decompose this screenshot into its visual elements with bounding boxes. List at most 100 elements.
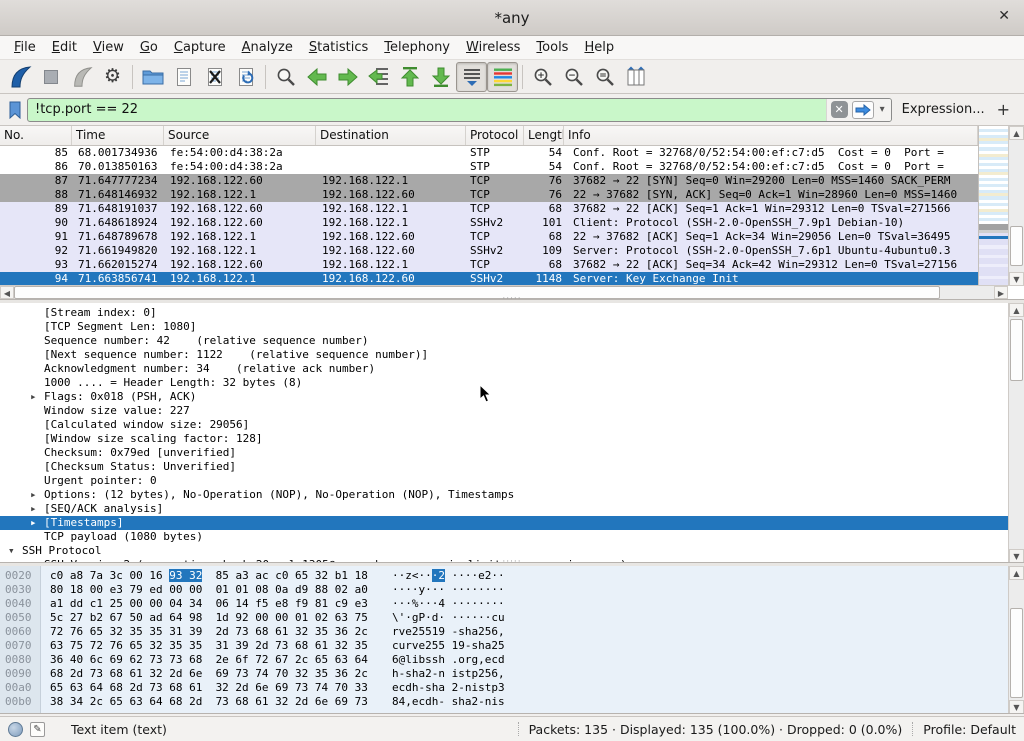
detail-line[interactable]: [Next sequence number: 1122 (relative se… xyxy=(0,348,1008,362)
menu-analyze[interactable]: Analyze xyxy=(234,38,301,57)
detail-line[interactable]: ▸[Timestamps] xyxy=(0,516,1008,530)
menu-wireless[interactable]: Wireless xyxy=(458,38,528,57)
details-vscrollbar[interactable]: ▲ ▼ xyxy=(1008,303,1024,562)
display-filter-field[interactable]: !tcp.port == 22 ✕ ▾ xyxy=(27,98,892,122)
add-filter-button[interactable]: + xyxy=(997,100,1010,119)
capture-options-icon[interactable]: ⚙ xyxy=(97,62,128,92)
menu-tools[interactable]: Tools xyxy=(528,38,576,57)
resize-columns-icon[interactable] xyxy=(620,62,651,92)
reload-file-icon[interactable] xyxy=(230,62,261,92)
detail-line[interactable]: ▾SSH Protocol xyxy=(0,544,1008,558)
packet-row-94[interactable]: 9471.663856741192.168.122.1192.168.122.6… xyxy=(0,272,978,286)
go-forward-icon[interactable] xyxy=(332,62,363,92)
details-scroll-track[interactable] xyxy=(1009,317,1024,549)
packet-row-92[interactable]: 9271.661949820192.168.122.1192.168.122.6… xyxy=(0,244,978,258)
details-scroll-down-icon[interactable]: ▼ xyxy=(1009,549,1024,563)
menu-edit[interactable]: Edit xyxy=(44,38,85,57)
colorize-icon[interactable] xyxy=(487,62,518,92)
filter-dropdown-icon[interactable]: ▾ xyxy=(878,104,887,115)
packet-row-89[interactable]: 8971.648191037192.168.122.60192.168.122.… xyxy=(0,202,978,216)
column-header-length[interactable]: Length xyxy=(524,126,564,145)
column-header-source[interactable]: Source xyxy=(164,126,316,145)
detail-line[interactable]: Checksum: 0x79ed [unverified] xyxy=(0,446,1008,460)
auto-scroll-icon[interactable] xyxy=(456,62,487,92)
column-header-protocol[interactable]: Protocol xyxy=(466,126,524,145)
detail-line[interactable]: ▸Options: (12 bytes), No-Operation (NOP)… xyxy=(0,488,1008,502)
bytes-scroll-down-icon[interactable]: ▼ xyxy=(1009,700,1024,714)
detail-line[interactable]: [Calculated window size: 29056] xyxy=(0,418,1008,432)
status-profile[interactable]: Profile: Default xyxy=(923,722,1016,737)
scroll-track[interactable] xyxy=(1009,140,1024,272)
column-header-destination[interactable]: Destination xyxy=(316,126,466,145)
packet-row-88[interactable]: 8871.648146932192.168.122.1192.168.122.6… xyxy=(0,188,978,202)
close-file-icon[interactable] xyxy=(199,62,230,92)
detail-line[interactable]: Window size value: 227 xyxy=(0,404,1008,418)
capture-comment-icon[interactable]: ✎ xyxy=(30,722,45,737)
hex-row[interactable]: 00b038 34 2c 65 63 64 68 2d 73 68 61 32 … xyxy=(0,695,1008,709)
restart-capture-icon[interactable] xyxy=(66,62,97,92)
menu-capture[interactable]: Capture xyxy=(166,38,234,57)
detail-line[interactable]: [TCP Segment Len: 1080] xyxy=(0,320,1008,334)
open-file-icon[interactable] xyxy=(137,62,168,92)
find-packet-icon[interactable] xyxy=(270,62,301,92)
packet-minimap[interactable] xyxy=(978,126,1008,286)
packet-row-86[interactable]: 8670.013850163fe:54:00:d4:38:2aSTP54Conf… xyxy=(0,160,978,174)
menu-view[interactable]: View xyxy=(85,38,132,57)
bytes-scroll-track[interactable] xyxy=(1009,580,1024,700)
column-header-info[interactable]: Info xyxy=(564,126,978,145)
packet-row-90[interactable]: 9071.648618924192.168.122.60192.168.122.… xyxy=(0,216,978,230)
scroll-left-icon[interactable]: ◀ xyxy=(0,286,14,299)
hscroll-thumb[interactable] xyxy=(14,286,940,299)
packet-row-85[interactable]: 8568.001734936fe:54:00:d4:38:2aSTP54Conf… xyxy=(0,146,978,160)
packet-list-vscrollbar[interactable]: ▲ ▼ xyxy=(1008,126,1024,286)
hex-row[interactable]: 008036 40 6c 69 62 73 73 68 2e 6f 72 67 … xyxy=(0,653,1008,667)
scroll-thumb[interactable] xyxy=(1010,226,1023,266)
apply-filter-icon[interactable] xyxy=(852,101,874,119)
zoom-reset-icon[interactable]: = xyxy=(589,62,620,92)
detail-line[interactable]: Acknowledgment number: 34 (relative ack … xyxy=(0,362,1008,376)
close-icon[interactable]: ✕ xyxy=(998,8,1010,24)
expand-icon[interactable]: ▸ xyxy=(30,390,44,404)
hex-row[interactable]: 00505c 27 b2 67 50 ad 64 98 1d 92 00 00 … xyxy=(0,611,1008,625)
hex-row[interactable]: 006072 76 65 32 35 35 31 39 2d 73 68 61 … xyxy=(0,625,1008,639)
bytes-scroll-up-icon[interactable]: ▲ xyxy=(1009,566,1024,580)
title-bar[interactable]: *any ✕ xyxy=(0,0,1024,36)
clear-filter-icon[interactable]: ✕ xyxy=(831,101,848,118)
scroll-right-icon[interactable]: ▶ xyxy=(994,286,1008,299)
zoom-out-icon[interactable]: − xyxy=(558,62,589,92)
save-file-icon[interactable] xyxy=(168,62,199,92)
detail-line[interactable]: ▸[SEQ/ACK analysis] xyxy=(0,502,1008,516)
menu-help[interactable]: Help xyxy=(576,38,622,57)
expert-info-icon[interactable] xyxy=(8,722,23,737)
go-back-icon[interactable] xyxy=(301,62,332,92)
detail-line[interactable]: Urgent pointer: 0 xyxy=(0,474,1008,488)
detail-line[interactable]: Sequence number: 42 (relative sequence n… xyxy=(0,334,1008,348)
filter-input[interactable]: !tcp.port == 22 xyxy=(28,102,826,117)
expand-icon[interactable]: ▸ xyxy=(30,516,44,530)
collapse-icon[interactable]: ▾ xyxy=(8,544,22,558)
detail-line[interactable]: ▸Flags: 0x018 (PSH, ACK) xyxy=(0,390,1008,404)
scroll-up-icon[interactable]: ▲ xyxy=(1009,126,1024,140)
packet-row-93[interactable]: 9371.662015274192.168.122.60192.168.122.… xyxy=(0,258,978,272)
hex-row[interactable]: 003080 18 00 e3 79 ed 00 00 01 01 08 0a … xyxy=(0,583,1008,597)
bytes-vscrollbar[interactable]: ▲ ▼ xyxy=(1008,566,1024,713)
detail-line[interactable]: [Checksum Status: Unverified] xyxy=(0,460,1008,474)
detail-line[interactable]: TCP payload (1080 bytes) xyxy=(0,530,1008,544)
hex-row[interactable]: 00a065 63 64 68 2d 73 68 61 32 2d 6e 69 … xyxy=(0,681,1008,695)
detail-line[interactable]: [Stream index: 0] xyxy=(0,306,1008,320)
expression-button[interactable]: Expression... xyxy=(902,102,985,117)
go-to-packet-icon[interactable] xyxy=(363,62,394,92)
menu-go[interactable]: Go xyxy=(132,38,166,57)
go-first-packet-icon[interactable] xyxy=(394,62,425,92)
go-last-packet-icon[interactable] xyxy=(425,62,456,92)
stop-capture-icon[interactable] xyxy=(35,62,66,92)
bytes-scroll-thumb[interactable] xyxy=(1010,608,1023,698)
detail-line[interactable]: 1000 .... = Header Length: 32 bytes (8) xyxy=(0,376,1008,390)
hex-row[interactable]: 0020c0 a8 7a 3c 00 16 93 32 85 a3 ac c0 … xyxy=(0,569,1008,583)
details-scroll-up-icon[interactable]: ▲ xyxy=(1009,303,1024,317)
scroll-down-icon[interactable]: ▼ xyxy=(1009,272,1024,286)
packet-row-87[interactable]: 8771.647777234192.168.122.60192.168.122.… xyxy=(0,174,978,188)
detail-line[interactable]: [Window size scaling factor: 128] xyxy=(0,432,1008,446)
expand-icon[interactable]: ▸ xyxy=(30,502,44,516)
hex-row[interactable]: 009068 2d 73 68 61 32 2d 6e 69 73 74 70 … xyxy=(0,667,1008,681)
